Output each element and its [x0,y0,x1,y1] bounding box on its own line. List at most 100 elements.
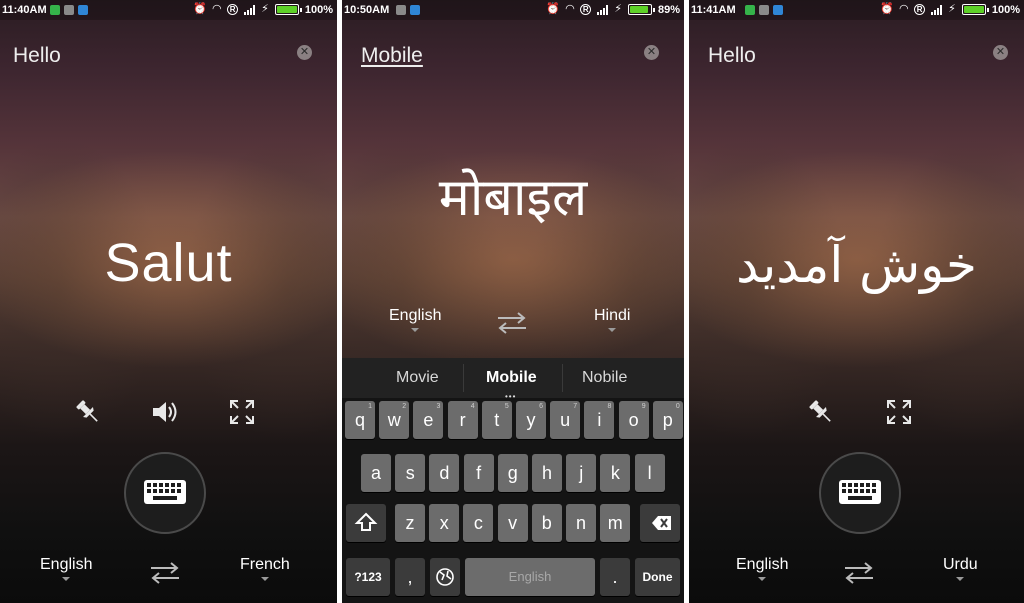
key-number-hint: 1 [368,403,372,410]
letter-key[interactable]: v [497,504,528,542]
letter-key[interactable]: f [463,454,494,492]
battery-fill [963,6,984,13]
more-suggestions-icon[interactable]: ••• [505,392,516,401]
key-label: j [579,463,584,483]
letter-key[interactable]: o9 [618,401,649,439]
letter-key[interactable]: j [566,454,597,492]
letter-key[interactable]: h [532,454,562,492]
key-label: y [526,410,536,430]
translate-screen-hindi: 10:50AM ⏰ ◠ R ⚡ 89% Mobile ✕ मोबाइल Engl… [342,0,684,603]
letter-key[interactable]: d [429,454,460,492]
chevron-down-icon [260,577,269,581]
source-text[interactable]: Mobile [361,44,423,68]
source-language-label: English [736,556,789,573]
target-language-label: French [240,556,290,573]
alarm-icon: ⏰ [546,3,560,15]
symbols-key[interactable]: ?123 [346,558,390,596]
translate-screen-urdu: 11:41AM ⏰ ◠ R ⚡ 100% Hello ✕ خوش آمدید E… [689,0,1024,603]
period-key[interactable]: . [600,558,630,596]
charging-icon: ⚡ [614,3,622,15]
letter-key[interactable]: x [429,504,460,542]
source-text[interactable]: Hello [13,44,61,68]
fullscreen-icon[interactable] [227,397,257,427]
key-label: c [473,513,483,533]
clear-icon[interactable]: ✕ [644,45,659,60]
clear-icon[interactable]: ✕ [993,45,1008,60]
status-time: 11:40AM [2,4,47,16]
letter-key[interactable]: k [600,454,631,492]
charging-icon: ⚡ [948,3,956,15]
speaker-icon[interactable] [150,397,180,427]
done-key[interactable]: Done [635,558,680,596]
fullscreen-icon[interactable] [884,397,914,427]
key-label: g [507,463,518,483]
letter-key[interactable]: e3 [413,401,444,439]
letter-key[interactable]: y6 [516,401,546,439]
gallery-notification-icon [759,5,769,15]
gallery-notification-icon [396,5,406,15]
letter-key[interactable]: s [395,454,426,492]
clear-icon[interactable]: ✕ [297,45,312,60]
key-number-hint: 6 [539,403,543,410]
suggestion-item-selected[interactable]: Mobile [486,369,537,387]
suggestion-item[interactable]: Nobile [582,369,627,387]
letter-key[interactable]: b [531,504,562,542]
source-language-label: English [40,556,93,573]
chevron-down-icon [758,577,767,581]
source-language-selector[interactable]: English [40,556,92,581]
comma-key[interactable]: , [395,558,425,596]
letter-key[interactable]: p0 [652,401,683,439]
target-language-selector[interactable]: Urdu [943,556,978,581]
pin-icon[interactable] [73,397,103,427]
swap-languages-icon[interactable] [841,560,877,586]
backspace-key[interactable] [640,504,680,542]
target-language-label: Hindi [594,307,631,324]
shift-key[interactable] [346,504,386,542]
backspace-icon [652,516,671,530]
target-language-selector[interactable]: French [240,556,290,581]
suggestion-item[interactable]: Movie [396,369,439,387]
letter-key[interactable]: m [600,504,631,542]
letter-key[interactable]: l [634,454,665,492]
letter-key[interactable]: g [497,454,528,492]
key-label: i [597,410,602,430]
letter-key[interactable]: u7 [550,401,581,439]
key-label: t [494,410,500,430]
key-label: u [560,410,571,430]
keyboard-input-button[interactable] [819,452,901,534]
letter-key[interactable]: n [566,504,596,542]
swap-languages-icon[interactable] [494,310,530,336]
divider [463,364,464,392]
source-language-selector[interactable]: English [389,307,441,332]
source-language-label: English [389,307,442,324]
status-bar: 11:41AM ⏰ ◠ R ⚡ 100% [689,0,1024,20]
letter-key[interactable]: r4 [447,401,478,439]
letter-key[interactable]: t5 [481,401,512,439]
key-label: e [423,410,434,430]
target-language-selector[interactable]: Hindi [594,307,630,332]
letter-key[interactable]: a [361,454,391,492]
translation-text: मोबाइल [438,168,588,228]
key-label: p [662,410,673,430]
letter-key[interactable]: c [463,504,494,542]
keyboard-input-button[interactable] [124,452,206,534]
status-bar: 11:40AM ⏰ ◠ R ⚡ 100% [0,0,337,20]
status-time: 10:50AM [344,4,390,16]
source-text[interactable]: Hello [708,44,756,68]
language-switch-key[interactable] [430,558,460,596]
space-key[interactable]: English [465,558,595,596]
letter-key[interactable]: q1 [345,401,375,439]
swap-languages-icon[interactable] [147,560,183,586]
key-number-hint: 8 [607,403,612,410]
gallery-notification-icon [64,5,74,15]
suggestion-strip: Movie Mobile ••• Nobile [342,358,684,401]
key-number-hint: 0 [675,403,680,410]
letter-key[interactable]: w2 [379,401,410,439]
keyboard-icon [144,480,186,504]
pin-icon[interactable] [806,397,836,427]
key-label: m [607,513,623,533]
letter-key[interactable]: z [395,504,425,542]
letter-key[interactable]: i8 [584,401,615,439]
signal-icon [597,4,609,15]
source-language-selector[interactable]: English [736,556,788,581]
